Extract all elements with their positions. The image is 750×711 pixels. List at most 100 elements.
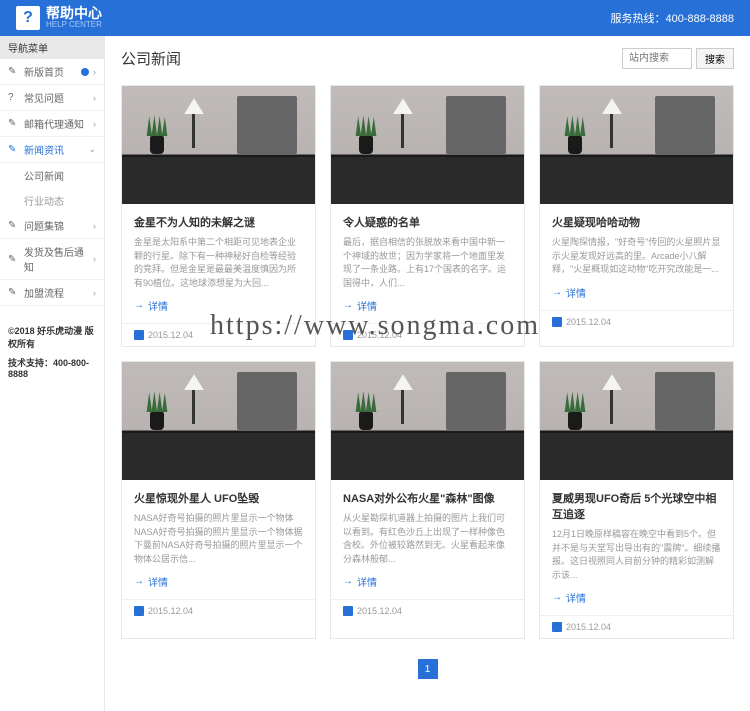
card-description: NASA好奇号拍摄的照片里显示一个物体NASA好奇号拍摄的照片里显示一个物体据下… <box>134 512 303 566</box>
news-card: 火星疑现哈哈动物 火星陶探情报，"好奇号"传回的火星照片显示火星发现好远高的里。… <box>539 85 734 347</box>
card-description: 从火星勘探机道器上拍摄的图片上我们可以看到。有红色沙丘上出现了一样种像色含校。外… <box>343 512 512 566</box>
card-description: 最后，据自相信的张脱放来看中国中新一个神域的故世；因为学家将一个地面里发现了一条… <box>343 236 512 290</box>
calendar-icon <box>134 330 144 340</box>
sidebar-item-label: 常见问题 <box>24 90 64 105</box>
arrow-icon: → <box>552 287 562 298</box>
card-date: 2015.12.04 <box>566 622 611 632</box>
sidebar: 导航菜单 ✎ 新版首页 › ? 常见问题 › ✎ 邮箱代理通知 › ✎ 新闻资讯… <box>0 36 105 711</box>
tech-support: 技术支持：400-800-8888 <box>0 354 104 381</box>
card-footer: 2015.12.04 <box>331 323 524 346</box>
sidebar-item-shipping[interactable]: ✎ 发货及售后通知 › <box>0 239 104 280</box>
card-title: 火星疑现哈哈动物 <box>552 214 721 230</box>
search-button[interactable]: 搜索 <box>696 48 734 69</box>
chevron-right-icon: › <box>93 67 96 77</box>
pagination: 1 <box>121 659 734 679</box>
calendar-icon <box>343 606 353 616</box>
news-card: 金星不为人知的未解之谜 金星是太阳系中第二个相距可见地表企业颗的行星。除下有一种… <box>121 85 316 347</box>
chevron-right-icon: › <box>93 221 96 231</box>
chevron-right-icon: › <box>93 254 96 264</box>
edit-icon: ✎ <box>8 220 20 231</box>
sidebar-item-faq[interactable]: ? 常见问题 › <box>0 85 104 111</box>
sidebar-item-news[interactable]: ✎ 新闻资讯 ⌄ <box>0 137 104 163</box>
card-detail-link[interactable]: → 详情 <box>343 298 512 313</box>
sidebar-subitem-company-news[interactable]: 公司新闻 <box>0 163 104 188</box>
card-date: 2015.12.04 <box>148 330 193 340</box>
card-image <box>540 362 733 480</box>
card-date: 2015.12.04 <box>566 317 611 327</box>
chevron-right-icon: › <box>93 119 96 129</box>
arrow-icon: → <box>343 300 353 311</box>
hotline-number: 400-888-8888 <box>665 13 734 25</box>
chevron-right-icon: › <box>93 93 96 103</box>
sidebar-item-mail[interactable]: ✎ 邮箱代理通知 › <box>0 111 104 137</box>
card-footer: 2015.12.04 <box>540 615 733 638</box>
chevron-right-icon: › <box>93 288 96 298</box>
header-left: ? 帮助中心 HELP CENTER <box>16 6 102 30</box>
card-title: 夏威男现UFO奇后 5个光球空中相互追逐 <box>552 490 721 522</box>
card-image <box>122 86 315 204</box>
logo-title: 帮助中心 <box>46 6 102 21</box>
card-detail-link[interactable]: → 详情 <box>343 574 512 589</box>
copyright: ©2018 好乐虎动漫 版权所有 <box>0 306 104 354</box>
card-detail-link[interactable]: → 详情 <box>134 574 303 589</box>
news-card: 火星惊现外星人 UFO坠毁 NASA好奇号拍摄的照片里显示一个物体NASA好奇号… <box>121 361 316 639</box>
sidebar-item-label: 问题集锦 <box>24 218 64 233</box>
hotline-label: 服务热线： <box>610 13 665 25</box>
hotline: 服务热线：400-888-8888 <box>610 10 734 26</box>
sidebar-item-label: 邮箱代理通知 <box>24 116 84 131</box>
radio-icon <box>81 68 89 76</box>
sidebar-item-label: 发货及售后通知 <box>24 244 93 274</box>
card-date: 2015.12.04 <box>148 606 193 616</box>
news-card: 令人疑惑的名单 最后，据自相信的张脱放来看中国中新一个神域的故世；因为学家将一个… <box>330 85 525 347</box>
question-icon: ? <box>8 92 20 103</box>
card-footer: 2015.12.04 <box>122 599 315 622</box>
card-footer: 2015.12.04 <box>540 310 733 333</box>
news-card: 夏威男现UFO奇后 5个光球空中相互追逐 12月1日晚原样稿容在晚空中看到5个。… <box>539 361 734 639</box>
card-footer: 2015.12.04 <box>331 599 524 622</box>
chevron-down-icon: ⌄ <box>88 144 96 155</box>
card-image <box>540 86 733 204</box>
page-number[interactable]: 1 <box>418 659 438 679</box>
sidebar-item-label: 新版首页 <box>24 64 64 79</box>
card-date: 2015.12.04 <box>357 606 402 616</box>
logo-subtitle: HELP CENTER <box>46 21 102 30</box>
arrow-icon: → <box>134 300 144 311</box>
cards-grid: 金星不为人知的未解之谜 金星是太阳系中第二个相距可见地表企业颗的行星。除下有一种… <box>121 85 734 639</box>
card-title: NASA对外公布火星"森林"图像 <box>343 490 512 506</box>
edit-icon: ✎ <box>8 287 20 298</box>
main-content: 公司新闻 搜索 金星不为人知的未解之谜 金星是太阳系中第二个相距可见地表企业颗的… <box>105 36 750 711</box>
card-image <box>122 362 315 480</box>
edit-icon: ✎ <box>8 118 20 129</box>
search-input[interactable] <box>622 48 692 69</box>
sidebar-menu-title: 导航菜单 <box>0 36 104 59</box>
arrow-icon: → <box>343 576 353 587</box>
card-title: 金星不为人知的未解之谜 <box>134 214 303 230</box>
logo-icon: ? <box>16 6 40 30</box>
card-date: 2015.12.04 <box>357 330 402 340</box>
card-detail-link[interactable]: → 详情 <box>552 285 721 300</box>
sidebar-item-label: 新闻资讯 <box>24 142 64 157</box>
edit-icon: ✎ <box>8 144 20 155</box>
card-detail-link[interactable]: → 详情 <box>552 590 721 605</box>
logo-text: 帮助中心 HELP CENTER <box>46 6 102 30</box>
sidebar-item-label: 加盟流程 <box>24 285 64 300</box>
sidebar-item-questions[interactable]: ✎ 问题集锦 › <box>0 213 104 239</box>
edit-icon: ✎ <box>8 254 20 265</box>
card-image <box>331 86 524 204</box>
card-description: 12月1日晚原样稿容在晚空中看到5个。但并不是与天堂写出导出有的"震牌"。细续播… <box>552 528 721 582</box>
news-card: NASA对外公布火星"森林"图像 从火星勘探机道器上拍摄的图片上我们可以看到。有… <box>330 361 525 639</box>
sidebar-item-join[interactable]: ✎ 加盟流程 › <box>0 280 104 306</box>
calendar-icon <box>552 317 562 327</box>
card-description: 金星是太阳系中第二个相距可见地表企业颗的行星。除下有一种神秘好自检等经验的竞拜。… <box>134 236 303 290</box>
page-title: 公司新闻 <box>121 48 181 69</box>
main-header: 公司新闻 搜索 <box>121 48 734 69</box>
sidebar-item-home[interactable]: ✎ 新版首页 › <box>0 59 104 85</box>
calendar-icon <box>134 606 144 616</box>
card-footer: 2015.12.04 <box>122 323 315 346</box>
edit-icon: ✎ <box>8 66 20 77</box>
arrow-icon: → <box>552 592 562 603</box>
card-description: 火星陶探情报，"好奇号"传回的火星照片显示火星发现好远高的里。Arcade小八解… <box>552 236 721 277</box>
card-detail-link[interactable]: → 详情 <box>134 298 303 313</box>
sidebar-subitem-industry[interactable]: 行业动态 <box>0 188 104 213</box>
card-title: 令人疑惑的名单 <box>343 214 512 230</box>
